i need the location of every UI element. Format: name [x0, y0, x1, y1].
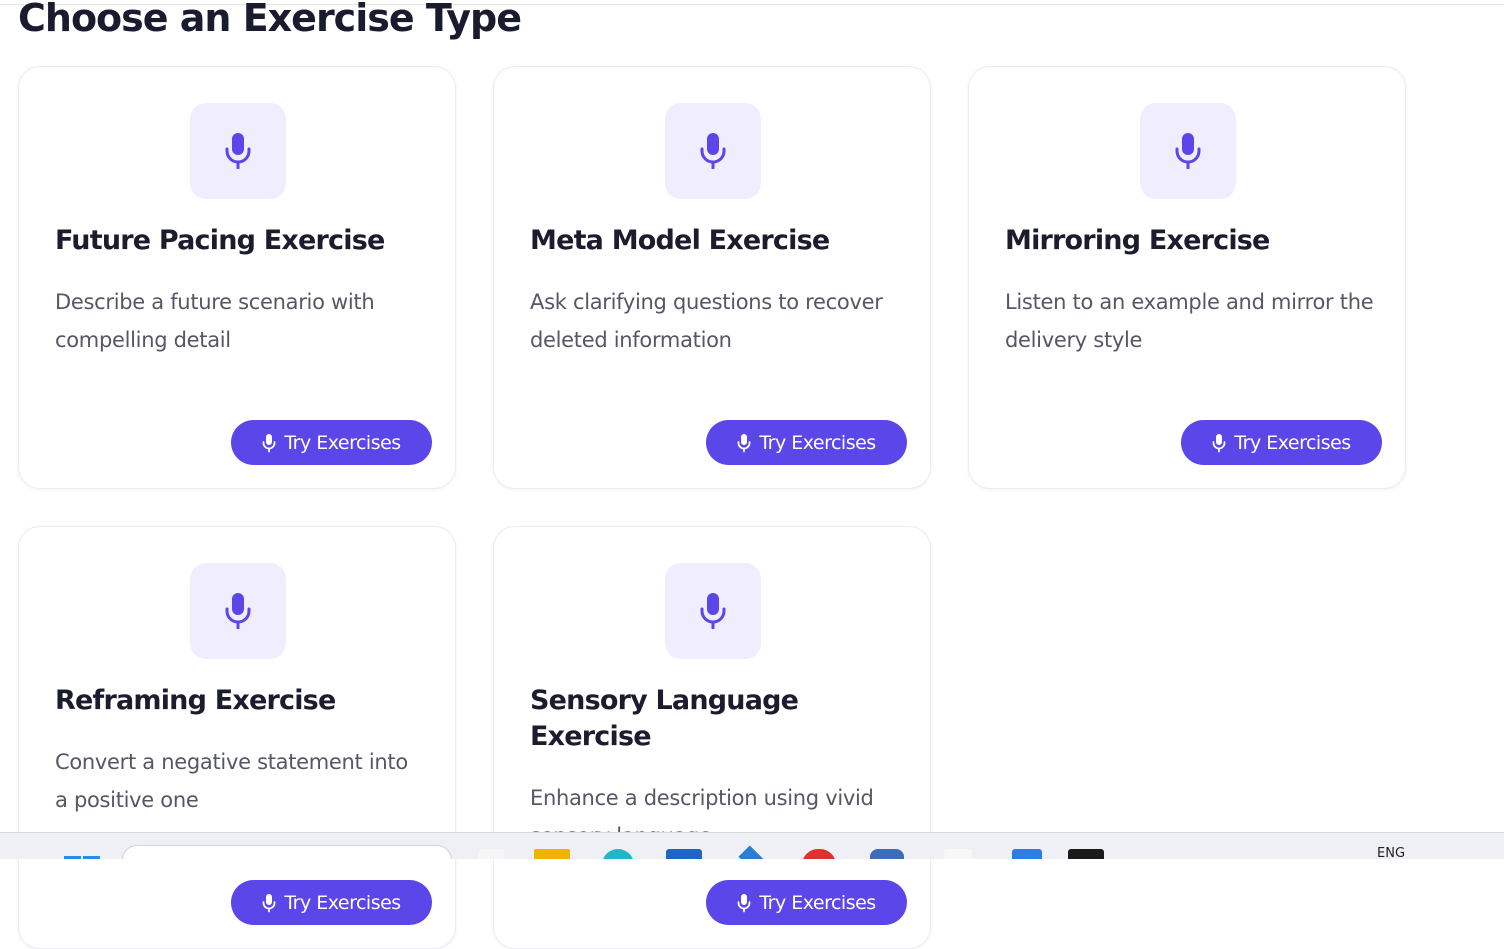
card-title: Sensory Language Exercise	[530, 685, 799, 752]
exercise-card-reframing: Reframing Exercise Convert a negative st…	[18, 526, 456, 949]
icon-tile	[665, 563, 761, 659]
try-exercises-button[interactable]: Try Exercises	[706, 880, 907, 925]
taskbar-app-icon[interactable]	[944, 849, 972, 859]
taskbar-app-icon[interactable]	[738, 845, 770, 859]
exercise-card-mirroring: Mirroring Exercise Listen to an example …	[968, 66, 1406, 489]
card-description: Ask clarifying questions to recover dele…	[530, 290, 883, 352]
page-title: Choose an Exercise Type	[18, 0, 522, 40]
chrome-icon[interactable]	[802, 849, 836, 859]
store-icon[interactable]	[666, 849, 702, 859]
card-description: Listen to an example and mirror the deli…	[1005, 290, 1374, 352]
try-exercises-label: Try Exercises	[759, 431, 876, 454]
try-exercises-label: Try Exercises	[284, 431, 401, 454]
terminal-icon[interactable]	[1068, 849, 1104, 859]
microphone-icon	[700, 593, 726, 629]
card-description: Convert a negative statement into a posi…	[55, 750, 408, 812]
card-description: Describe a future scenario with compelli…	[55, 290, 375, 352]
start-button[interactable]	[64, 851, 100, 859]
taskbar-app-icon[interactable]	[478, 849, 504, 859]
microphone-icon	[225, 133, 251, 169]
exercise-card-future-pacing: Future Pacing Exercise Describe a future…	[18, 66, 456, 489]
card-title: Reframing Exercise	[55, 685, 336, 716]
try-exercises-button[interactable]: Try Exercises	[1181, 420, 1382, 465]
icon-tile	[190, 563, 286, 659]
icon-tile	[1140, 103, 1236, 199]
edge-browser-icon[interactable]	[602, 849, 634, 859]
microphone-icon	[737, 893, 751, 912]
icon-tile	[665, 103, 761, 199]
microphone-icon	[225, 593, 251, 629]
try-exercises-label: Try Exercises	[759, 891, 876, 914]
taskbar-search[interactable]	[122, 845, 452, 859]
microphone-icon	[262, 893, 276, 912]
microphone-icon	[737, 433, 751, 452]
microphone-icon	[262, 433, 276, 452]
icon-tile	[190, 103, 286, 199]
card-title: Meta Model Exercise	[530, 225, 830, 256]
exercise-card-sensory-language: Sensory Language Exercise Enhance a desc…	[493, 526, 931, 949]
card-title: Mirroring Exercise	[1005, 225, 1270, 256]
try-exercises-button[interactable]: Try Exercises	[706, 420, 907, 465]
card-title: Future Pacing Exercise	[55, 225, 385, 256]
language-indicator[interactable]: ENG	[1377, 846, 1405, 859]
microphone-icon	[1175, 133, 1201, 169]
taskbar: ENG	[0, 832, 1504, 859]
microphone-icon	[1212, 433, 1226, 452]
taskbar-app-icon[interactable]	[870, 849, 904, 859]
try-exercises-button[interactable]: Try Exercises	[231, 880, 432, 925]
try-exercises-label: Try Exercises	[284, 891, 401, 914]
calendar-icon[interactable]	[1012, 849, 1042, 859]
exercise-card-meta-model: Meta Model Exercise Ask clarifying quest…	[493, 66, 931, 489]
microphone-icon	[700, 133, 726, 169]
file-explorer-icon[interactable]	[534, 849, 570, 859]
try-exercises-label: Try Exercises	[1234, 431, 1351, 454]
try-exercises-button[interactable]: Try Exercises	[231, 420, 432, 465]
